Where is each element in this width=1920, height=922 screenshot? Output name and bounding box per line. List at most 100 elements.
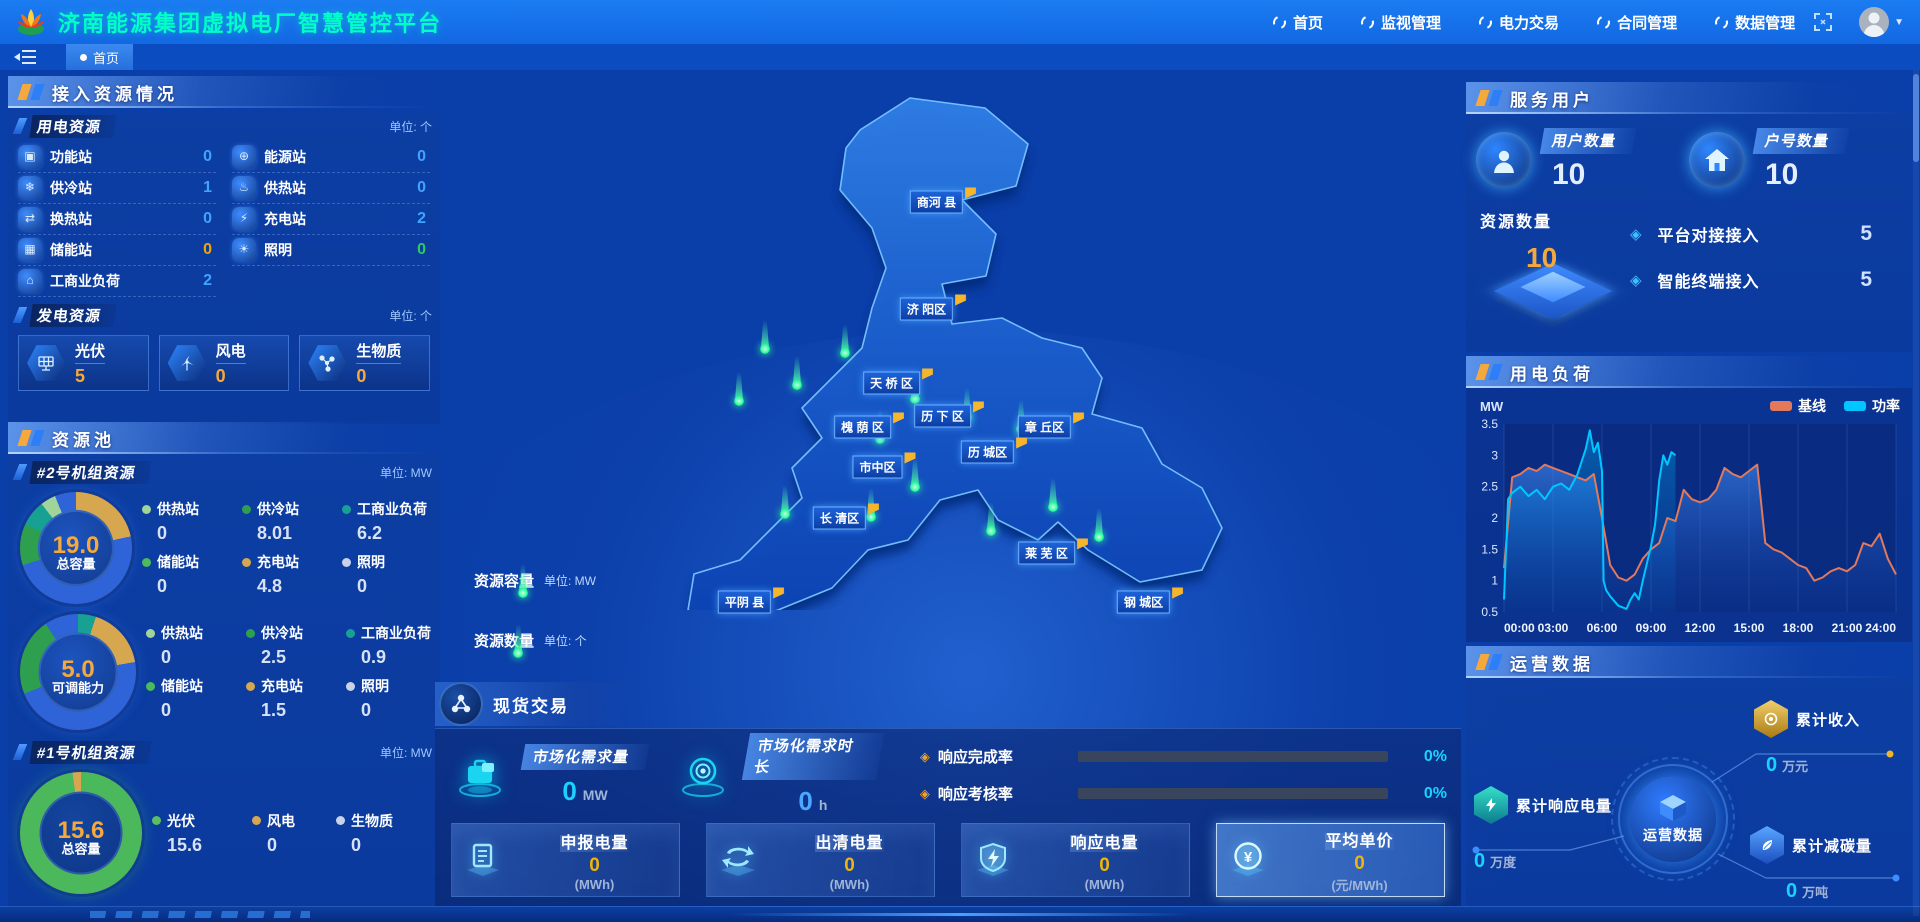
legend-dot (346, 682, 355, 691)
resource-beacon-icon (790, 354, 804, 390)
donut-legend: 供热站 0 供冷站 8.01 工商业负荷 6.2 (142, 499, 432, 597)
leaf-icon (1750, 826, 1784, 864)
legend-item: 储能站 0 (146, 676, 242, 721)
person-icon (1859, 7, 1889, 37)
gen-card-wind: 风电0 (159, 335, 290, 391)
tab-dot-icon (80, 54, 87, 61)
station-icon: ☀ (232, 238, 256, 262)
donut-block-total1: 15.6 总容量 光伏 15.6 风电 0 (8, 766, 440, 898)
jinan-map: 商河 县 济 阳区 天 桥 区 历 下 区 (440, 70, 1460, 610)
district-label[interactable]: 济 阳区 (900, 298, 966, 321)
stat-market-demand: 市场化需求量 0MW (449, 744, 672, 807)
district-label[interactable]: 市中区 (852, 456, 915, 479)
legend-dot (146, 629, 155, 638)
station-icon: ⇄ (18, 207, 42, 231)
user-icon (1476, 132, 1532, 188)
swap-arrows-icon (707, 830, 769, 890)
district-label[interactable]: 莱 芜 区 (1018, 542, 1088, 565)
district-label[interactable]: 槐 荫 区 (834, 416, 904, 439)
legend-item: 风电 0 (252, 811, 332, 856)
svg-text:09:00: 09:00 (1636, 621, 1667, 635)
legend-dot (146, 682, 155, 691)
district-label[interactable]: 历 下 区 (914, 405, 984, 428)
district-label[interactable]: 章 丘区 (1018, 416, 1084, 439)
chart-legend-item[interactable]: 基线 (1770, 396, 1826, 416)
station-icon: ♨ (232, 176, 256, 200)
chart-legend-item[interactable]: 功率 (1844, 396, 1900, 416)
legend-resource-capacity: 资源容量 单位: MW (450, 562, 596, 598)
collapse-menu-icon[interactable] (14, 49, 36, 65)
donut-chart-total-capacity-2: 19.0 总容量 (20, 492, 132, 604)
donut-block-total2: 19.0 总容量 供热站 0 供冷站 8.01 (8, 486, 440, 608)
gold-flag-icon (955, 295, 966, 306)
card-cleared-energy[interactable]: 出清电量0(MWh) (706, 823, 935, 897)
district-label[interactable]: 平阴 县 (718, 591, 784, 614)
legend-item: 生物质 0 (336, 811, 432, 856)
fullscreen-icon[interactable] (1813, 12, 1833, 32)
panel-operations: 运营数据 运营数据 (1466, 646, 1912, 908)
legend-item: 供热站 0 (146, 623, 242, 668)
nav-item[interactable]: 电力交易 (1479, 12, 1559, 33)
rate-row: ◈ 响应考核率 0% (920, 783, 1447, 804)
legend-dot (336, 816, 345, 825)
target-icon (672, 747, 734, 803)
donut-chart-adjustable-capacity-2: 5.0 可调能力 (20, 614, 136, 730)
nav-ring-icon (1713, 13, 1730, 30)
avatar-caret-icon[interactable]: ▼ (1894, 17, 1904, 28)
shield-bolt-icon (962, 830, 1024, 890)
nav-item[interactable]: 合同管理 (1597, 12, 1677, 33)
nav-item[interactable]: 监视管理 (1361, 12, 1441, 33)
panel-power-load: 用电负荷 MW 基线 功率 (1466, 356, 1912, 642)
network-share-icon (439, 682, 483, 726)
briefcase-icon (449, 747, 511, 803)
legend-dot (342, 558, 351, 567)
card-average-price[interactable]: ¥ 平均单价0(元/MWh) (1216, 823, 1445, 897)
resource-row: ⊕ 能源站 0 (232, 142, 430, 173)
station-icon: ❄ (18, 176, 42, 200)
resource-row: ❄ 供冷站 1 (18, 173, 216, 204)
panel-resource-pool: 资源池 #2号机组资源 单位: MW 19.0 总容量 供热站 0 (8, 422, 440, 916)
panel-service-users: 服务用户 用户数量 10 户号数量 (1466, 82, 1912, 352)
legend-item: 光伏 15.6 (152, 811, 248, 856)
nav-ring-icon (1477, 13, 1494, 30)
panel-header: 用电负荷 (1466, 356, 1912, 388)
card-declared-energy[interactable]: 申报电量0(MWh) (451, 823, 680, 897)
panel-header: 服务用户 (1466, 82, 1912, 114)
district-label[interactable]: 历 城区 (961, 441, 1027, 464)
station-icon: ▣ (18, 145, 42, 169)
legend-item: 供冷站 2.5 (246, 623, 342, 668)
resource-row: ▣ 功能站 0 (18, 142, 216, 173)
panel-header: 运营数据 (1466, 646, 1912, 678)
gold-flag-icon (922, 369, 933, 380)
district-label[interactable]: 钢 城区 (1117, 591, 1183, 614)
donut-legend: 光伏 15.6 风电 0 生物质 0 (152, 811, 432, 856)
accent-orange (1475, 654, 1489, 670)
spot-trading-tab[interactable]: 现货交易 (435, 682, 635, 726)
donut-block-adjustable2: 5.0 可调能力 供热站 0 供冷站 2.5 (8, 608, 440, 734)
tab-home[interactable]: 首页 (66, 44, 133, 70)
district-label[interactable]: 商河 县 (910, 191, 976, 214)
svg-text:12:00: 12:00 (1685, 621, 1716, 635)
cube-icon (1656, 793, 1690, 823)
nav-item[interactable]: 首页 (1273, 12, 1323, 33)
district-label[interactable]: 长 清区 (813, 507, 879, 530)
dashboard-root: 济南能源集团虚拟电厂智慧管控平台 首页 监视管理 电力交易 (0, 0, 1920, 922)
svg-text:1: 1 (1491, 574, 1498, 588)
resource-row: ⚡ 充电站 2 (232, 204, 430, 235)
nav-item[interactable]: 数据管理 (1715, 12, 1795, 33)
scrollbar-thumb[interactable] (1913, 74, 1919, 162)
panel-access-resources: 接入资源情况 用电资源 单位: 个 ▣ 功能站 0 ⊕ (8, 76, 440, 420)
district-label[interactable]: 天 桥 区 (863, 372, 933, 395)
legend-item: 储能站 0 (142, 552, 238, 597)
gold-flag-icon (893, 413, 904, 424)
scrollbar[interactable] (1913, 70, 1919, 916)
legend-swatch (1844, 401, 1866, 411)
user-avatar[interactable] (1859, 7, 1889, 37)
y-axis-unit: MW (1480, 399, 1503, 414)
card-response-energy[interactable]: 响应电量0(MWh) (961, 823, 1190, 897)
svg-text:2.5: 2.5 (1481, 480, 1498, 494)
top-header-bar: 济南能源集团虚拟电厂智慧管控平台 首页 监视管理 电力交易 (0, 0, 1920, 44)
station-icon: ▦ (18, 238, 42, 262)
svg-text:3: 3 (1491, 448, 1498, 462)
svg-text:2: 2 (1491, 511, 1498, 525)
